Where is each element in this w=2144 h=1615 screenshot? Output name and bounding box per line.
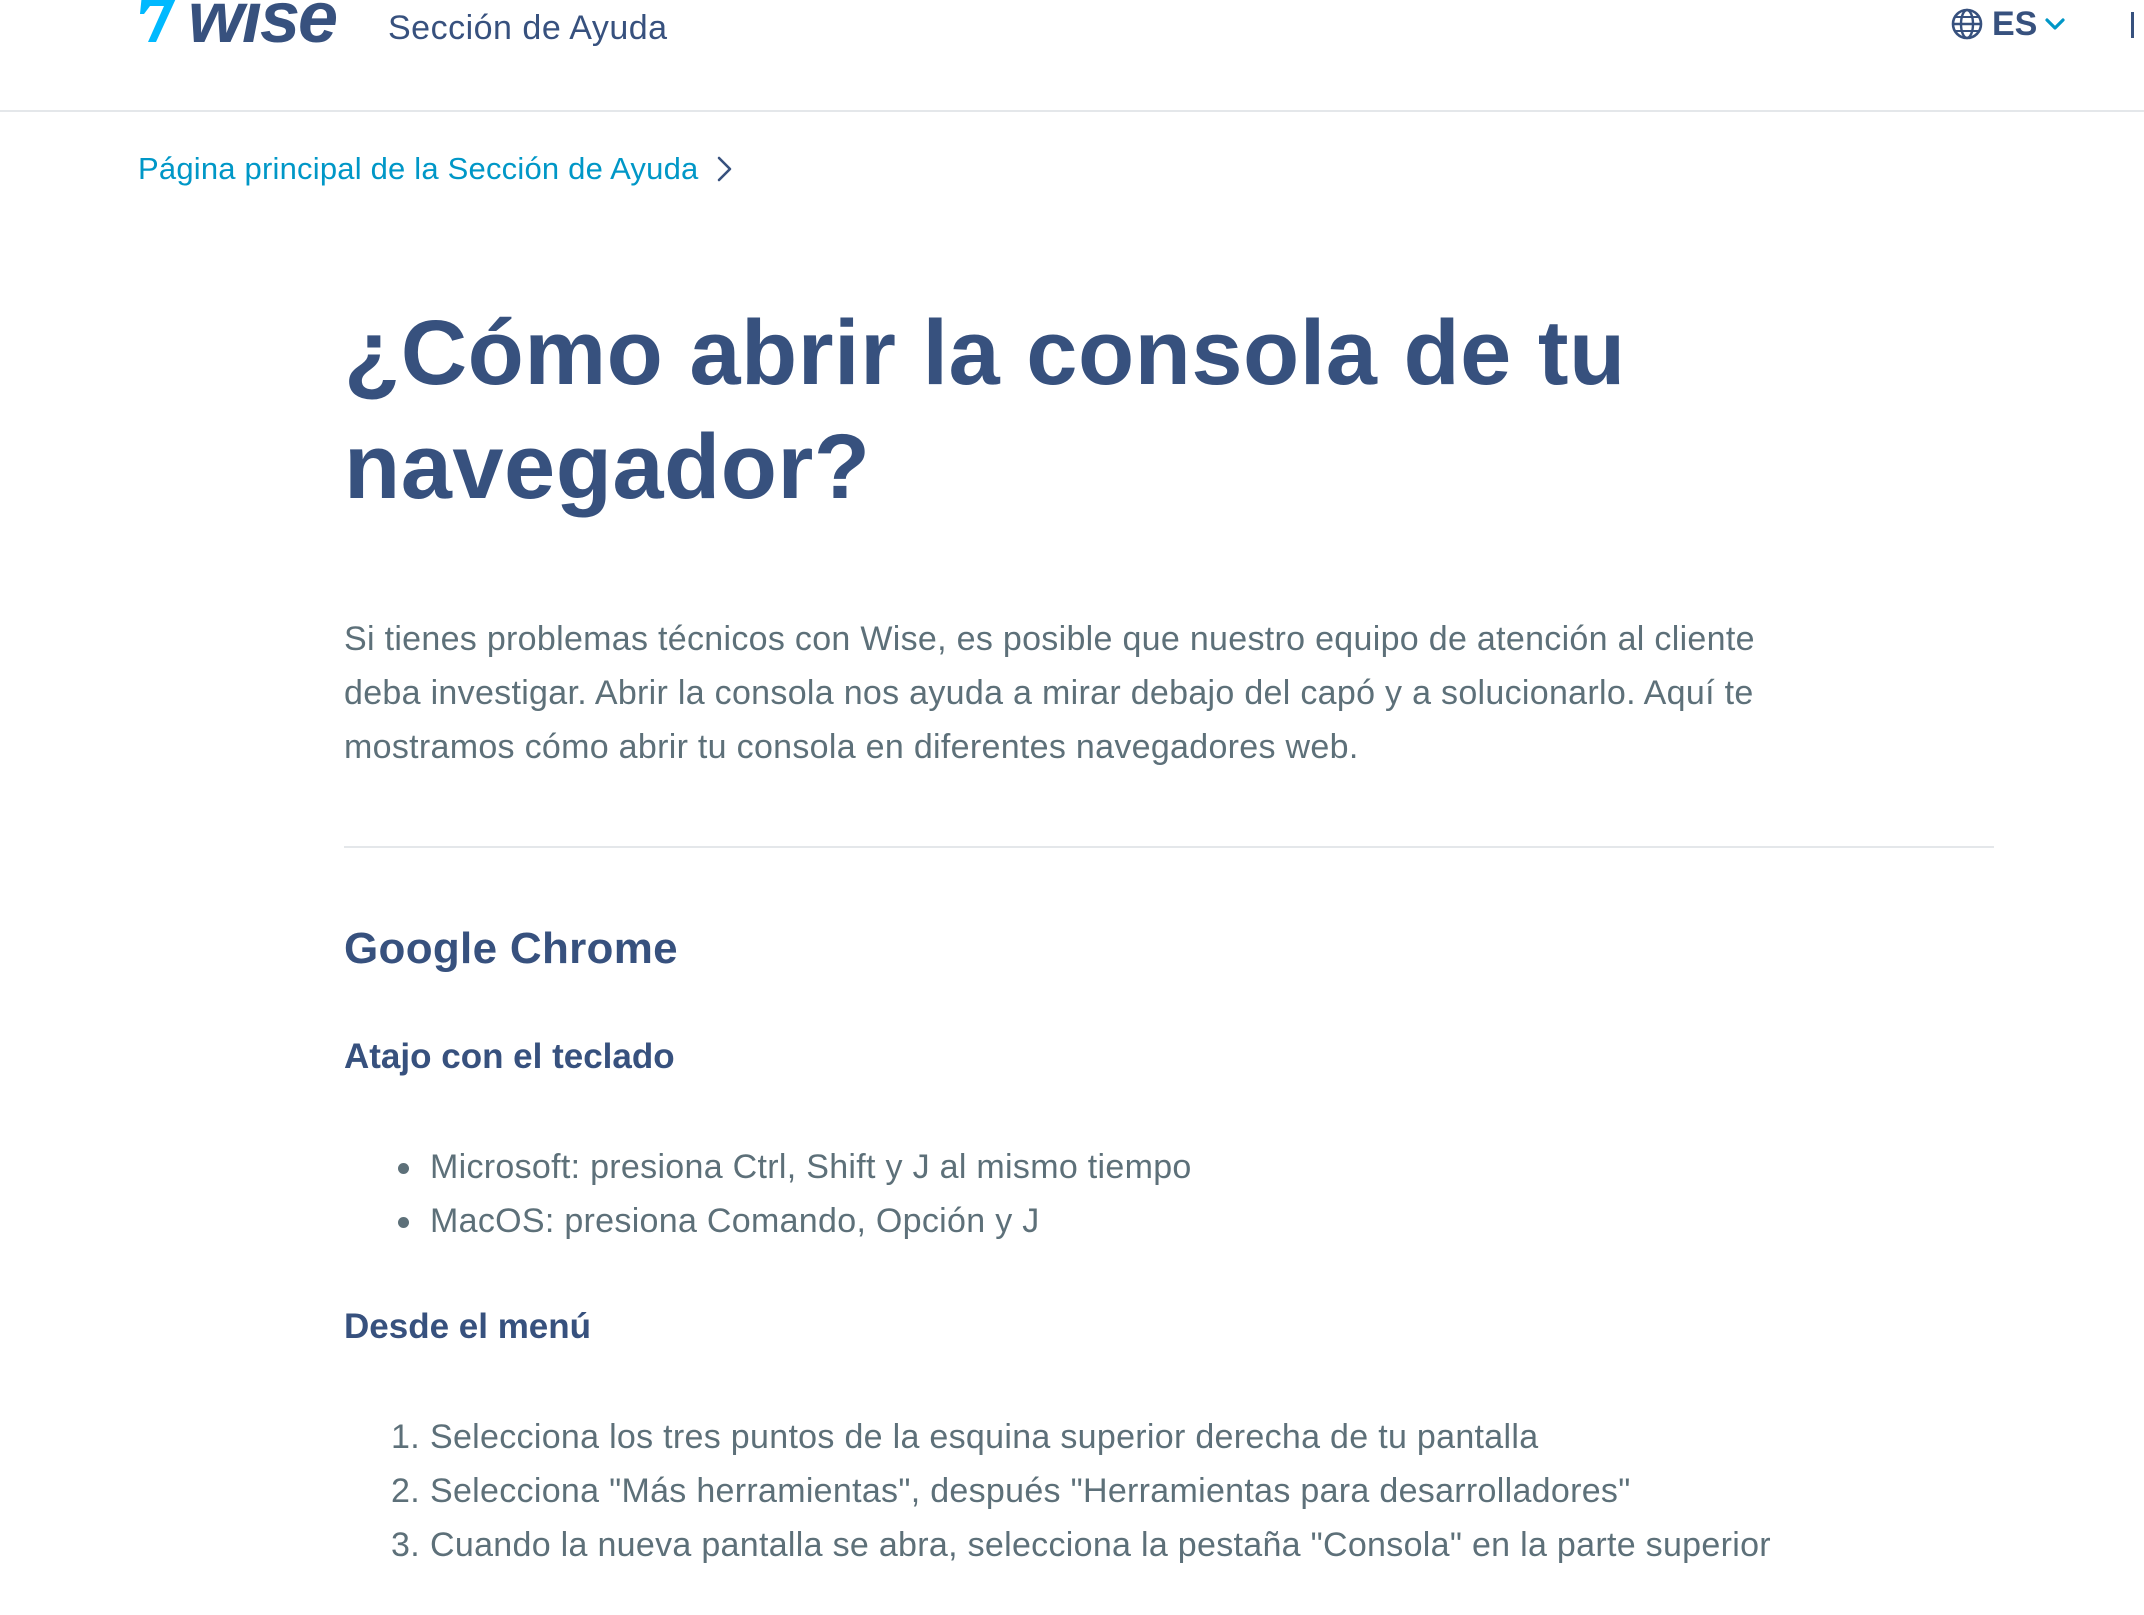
breadcrumb[interactable]: Página principal de la Sección de Ayuda: [138, 148, 736, 190]
list-item-text: Cuando la nueva pantalla se abra, selecc…: [430, 1526, 1771, 1564]
intro-paragraph: Si tienes problemas técnicos con Wise, e…: [344, 612, 1994, 774]
list-item: 1. Selecciona los tres puntos de la esqu…: [344, 1410, 1771, 1464]
intro-line: deba investigar. Abrir la consola nos ay…: [344, 674, 1754, 712]
menu-steps-list: 1. Selecciona los tres puntos de la esqu…: [344, 1410, 1771, 1572]
list-item-text: Selecciona "Más herramientas", después "…: [430, 1472, 1631, 1510]
intro-line: Si tienes problemas técnicos con Wise, e…: [344, 620, 1755, 658]
step-number: 3.: [391, 1526, 420, 1564]
header-edge-item[interactable]: [2131, 12, 2134, 38]
list-item-text: Selecciona los tres puntos de la esquina…: [430, 1418, 1539, 1456]
chevron-right-icon: [718, 156, 732, 182]
intro-line: mostramos cómo abrir tu consola en difer…: [344, 728, 1359, 766]
breadcrumb-home-link[interactable]: Página principal de la Sección de Ayuda: [138, 148, 698, 190]
section-title-chrome: Google Chrome: [344, 924, 678, 973]
globe-icon: [1951, 8, 1983, 40]
list-item: MacOS: presiona Comando, Opción y J: [344, 1194, 1192, 1248]
list-item-text: MacOS: presiona Comando, Opción y J: [430, 1202, 1040, 1240]
help-article-page: wise Sección de Ayuda ES Página principa…: [0, 0, 2144, 1615]
section-divider: [344, 846, 1994, 848]
language-label: ES: [1992, 5, 2038, 43]
bullet-icon: [398, 1163, 409, 1174]
list-item: Microsoft: presiona Ctrl, Shift y J al m…: [344, 1140, 1192, 1194]
keyboard-shortcut-heading: Atajo con el teclado: [344, 1037, 675, 1076]
page-title: ¿Cómo abrir la consola de tu navegador?: [344, 302, 1626, 518]
step-number: 1.: [391, 1418, 420, 1456]
list-item: 2. Selecciona "Más herramientas", despué…: [344, 1464, 1771, 1518]
logo-wordmark: wise: [188, 0, 338, 58]
menu-heading: Desde el menú: [344, 1307, 592, 1346]
list-item: 3. Cuando la nueva pantalla se abra, sel…: [344, 1518, 1771, 1572]
step-number: 2.: [391, 1472, 420, 1510]
list-item-text: Microsoft: presiona Ctrl, Shift y J al m…: [430, 1148, 1192, 1186]
wise-logo[interactable]: wise: [138, 0, 338, 58]
language-selector[interactable]: ES: [1950, 2, 2067, 46]
wise-flag-icon: [140, 0, 176, 42]
keyboard-shortcut-list: Microsoft: presiona Ctrl, Shift y J al m…: [344, 1140, 1192, 1248]
chevron-down-icon: [2045, 18, 2065, 30]
bullet-icon: [398, 1217, 409, 1228]
help-center-title[interactable]: Sección de Ayuda: [388, 6, 668, 50]
site-header: wise Sección de Ayuda ES: [0, 0, 2144, 112]
